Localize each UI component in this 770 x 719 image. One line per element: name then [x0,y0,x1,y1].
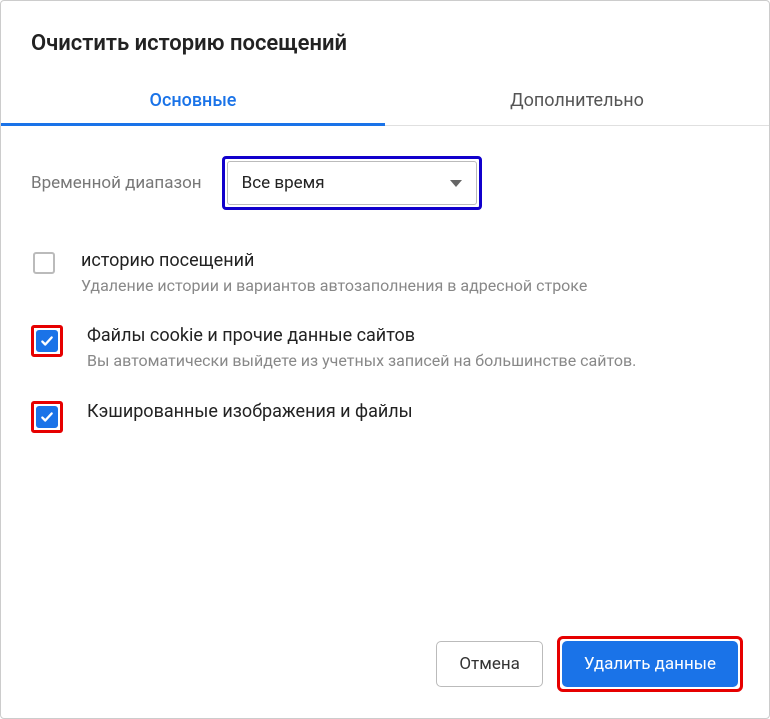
dialog-footer: Отмена Удалить данные [1,616,769,718]
option-text: Кэшированные изображения и файлы [87,401,739,426]
time-range-highlight: Все время [222,156,482,210]
checkbox-highlight [31,325,63,357]
clear-browsing-data-dialog: Очистить историю посещений Основные Допо… [0,0,770,719]
option-row: Кэшированные изображения и файлы [31,401,739,433]
time-range-row: Временной диапазон Все время [31,156,739,210]
time-range-value: Все время [242,173,325,193]
tab-basic[interactable]: Основные [1,76,385,125]
checkbox[interactable] [33,252,55,274]
option-row: Файлы cookie и прочие данные сайтов Вы ав… [31,325,739,372]
dialog-content: Временной диапазон Все время историю пос… [1,126,769,616]
dialog-title: Очистить историю посещений [1,1,769,76]
option-title: историю посещений [81,250,739,271]
checkbox-wrap [31,250,57,276]
tabs: Основные Дополнительно [1,76,769,126]
option-title: Файлы cookie и прочие данные сайтов [87,325,739,346]
option-title: Кэшированные изображения и файлы [87,401,739,422]
option-description: Вы автоматически выйдете из учетных запи… [87,350,739,372]
confirm-button[interactable]: Удалить данные [562,641,738,687]
option-description: Удаление истории и вариантов автозаполне… [81,275,739,297]
time-range-select[interactable]: Все время [227,161,477,205]
chevron-down-icon [450,180,462,187]
cancel-button[interactable]: Отмена [436,641,543,687]
tab-advanced[interactable]: Дополнительно [385,76,769,125]
option-text: историю посещений Удаление истории и вари… [81,250,739,297]
time-range-label: Временной диапазон [31,173,202,193]
checkbox-highlight [31,401,63,433]
confirm-button-highlight: Удалить данные [557,636,743,692]
option-row: историю посещений Удаление истории и вари… [31,250,739,297]
checkbox[interactable] [36,330,58,352]
checkbox[interactable] [36,406,58,428]
option-text: Файлы cookie и прочие данные сайтов Вы ав… [87,325,739,372]
